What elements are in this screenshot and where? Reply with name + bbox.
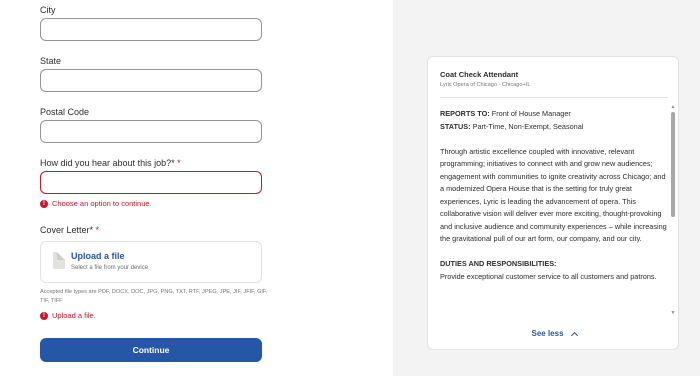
application-form: City State Postal Code How did you hear … bbox=[0, 0, 393, 376]
scroll-up-arrow-icon[interactable]: ▲ bbox=[670, 104, 676, 110]
see-less-label: See less bbox=[531, 329, 564, 338]
status-key: STATUS: bbox=[440, 121, 471, 131]
divider bbox=[440, 97, 668, 98]
scroll-thumb[interactable] bbox=[671, 112, 675, 217]
upload-error-text: Upload a file. bbox=[52, 311, 96, 320]
chevron-up-icon bbox=[570, 331, 578, 339]
cover-letter-label-text: Cover Letter* bbox=[40, 225, 94, 235]
reports-to-key: REPORTS TO: bbox=[440, 109, 490, 118]
upload-title: Upload a file bbox=[71, 251, 125, 261]
job-company-location: Lyric Opera of Chicago - Chicago+IL bbox=[440, 82, 531, 88]
status-value: Part-Time, Non-Exempt, Seasonal bbox=[472, 121, 584, 131]
state-label: State bbox=[40, 56, 62, 66]
city-label: City bbox=[40, 5, 56, 15]
error-icon: ! bbox=[40, 199, 48, 208]
duties-heading: DUTIES AND RESPONSIBILITIES: bbox=[440, 259, 557, 268]
duties-text: Provide exceptional customer service to … bbox=[440, 271, 657, 281]
reports-to-value: Front of House Manager bbox=[491, 109, 571, 118]
upload-file-button[interactable]: Upload a file Select a file from your de… bbox=[40, 241, 262, 283]
source-label: How did you hear about this job?* * bbox=[40, 158, 181, 168]
job-description[interactable]: REPORTS TO: Front of House Manager STATU… bbox=[440, 108, 668, 313]
file-icon bbox=[53, 252, 65, 269]
description-scrollbar[interactable]: ▲ ▼ bbox=[670, 104, 676, 316]
city-input[interactable] bbox=[40, 18, 262, 41]
required-mark: * bbox=[177, 158, 181, 168]
continue-button[interactable]: Continue bbox=[40, 338, 262, 362]
job-title: Coat Check Attendant bbox=[440, 70, 519, 79]
error-icon: ! bbox=[40, 311, 48, 320]
job-details-panel: Coat Check Attendant Lyric Opera of Chic… bbox=[393, 0, 700, 376]
accepted-file-types: Accepted file types are PDF, DOCX, DOC, … bbox=[40, 289, 268, 304]
postal-code-label: Postal Code bbox=[40, 107, 90, 117]
required-mark: * bbox=[95, 225, 100, 235]
see-less-button[interactable]: See less bbox=[428, 329, 678, 339]
reports-to-line: REPORTS TO: Front of House Manager bbox=[440, 108, 668, 121]
scroll-down-arrow-icon[interactable]: ▼ bbox=[670, 310, 676, 316]
upload-subtitle: Select a file from your device bbox=[71, 265, 149, 271]
source-error-text: Choose an option to continue. bbox=[52, 199, 152, 208]
source-select[interactable] bbox=[40, 171, 262, 194]
upload-error: ! Upload a file. bbox=[40, 311, 96, 320]
cover-letter-label: Cover Letter* * bbox=[40, 225, 99, 235]
state-input[interactable] bbox=[40, 69, 262, 92]
postal-code-input[interactable] bbox=[40, 120, 262, 143]
source-label-text: How did you hear about this job?* bbox=[40, 158, 175, 168]
job-card: Coat Check Attendant Lyric Opera of Chic… bbox=[427, 56, 679, 350]
source-error: ! Choose an option to continue. bbox=[40, 199, 152, 208]
description-paragraph: Through artistic excellence coupled with… bbox=[440, 146, 667, 244]
status-line: STATUS: Part-Time, Non-Exempt, Seasonal bbox=[440, 121, 668, 134]
